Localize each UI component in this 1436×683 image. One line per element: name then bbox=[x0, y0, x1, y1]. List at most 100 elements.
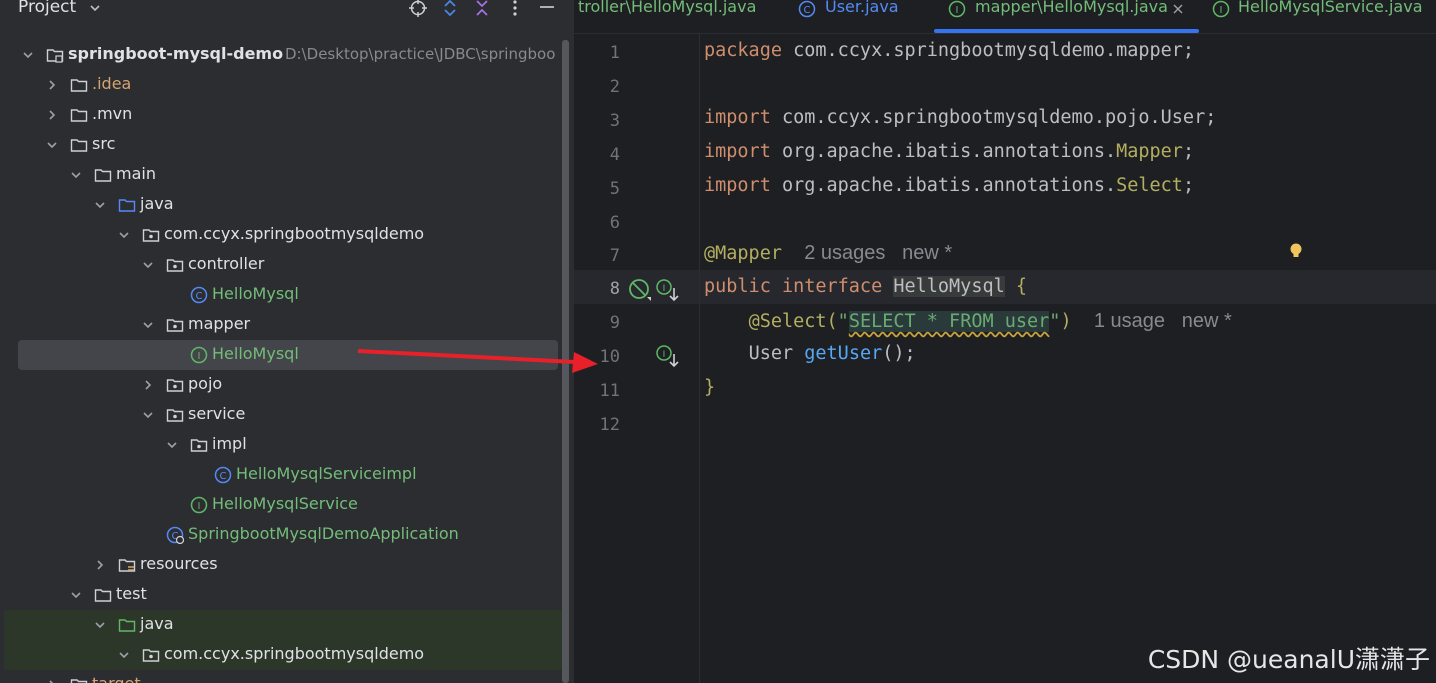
tree-node[interactable]: mapper bbox=[0, 310, 560, 340]
tree-node[interactable]: I HelloMysqlService bbox=[0, 490, 560, 520]
package-icon bbox=[142, 646, 160, 664]
code-line-10[interactable]: User getUser(); bbox=[704, 343, 916, 364]
line-number: 7 bbox=[609, 246, 620, 266]
code-line-11[interactable]: } bbox=[704, 377, 715, 398]
package-icon bbox=[190, 436, 208, 454]
svg-text:I: I bbox=[663, 284, 666, 294]
editor-gutter[interactable]: 1 2 3 4 5 6 7 8 9 10 11 12 I I bbox=[574, 34, 700, 683]
tree-node[interactable]: .idea bbox=[0, 70, 560, 100]
close-icon[interactable] bbox=[1172, 3, 1184, 15]
sql-query-string[interactable]: SELECT * FROM user bbox=[848, 311, 1050, 332]
chevron-down-icon[interactable] bbox=[118, 228, 130, 242]
collapse-all-icon[interactable] bbox=[472, 0, 492, 18]
usages-inlay-hint[interactable]: 2 usages new * bbox=[804, 242, 952, 264]
tree-node[interactable]: java bbox=[0, 190, 560, 220]
code-line-4[interactable]: import org.apache.ibatis.annotations.Map… bbox=[704, 141, 1194, 162]
code-line-1[interactable]: package com.ccyx.springbootmysqldemo.map… bbox=[704, 40, 1194, 61]
tree-node-label: main bbox=[116, 164, 156, 183]
chevron-right-icon[interactable] bbox=[46, 108, 58, 122]
chevron-right-icon[interactable] bbox=[94, 558, 106, 572]
svg-text:C: C bbox=[196, 291, 203, 302]
tree-node-label: com.ccyx.springbootmysqldemo bbox=[164, 644, 425, 663]
tab-label: troller\HelloMysql.java bbox=[578, 0, 757, 16]
no-bean-icon[interactable] bbox=[628, 278, 652, 302]
project-panel-header: Project bbox=[0, 0, 574, 22]
code-line-7[interactable]: @Mapper 2 usages new * bbox=[704, 242, 952, 265]
intention-bulb-icon[interactable] bbox=[1289, 242, 1303, 260]
line-number: 3 bbox=[609, 111, 620, 131]
tree-node[interactable]: C SpringbootMysqlDemoApplication bbox=[0, 520, 560, 550]
tree-node[interactable]: target bbox=[0, 670, 560, 683]
project-panel-title[interactable]: Project bbox=[18, 0, 76, 17]
chevron-down-icon[interactable] bbox=[142, 258, 154, 272]
chevron-down-icon[interactable] bbox=[70, 168, 82, 182]
tree-node[interactable]: src bbox=[0, 130, 560, 160]
chevron-down-icon[interactable] bbox=[166, 438, 178, 452]
chevron-down-icon[interactable] bbox=[142, 408, 154, 422]
svg-text:I: I bbox=[956, 5, 959, 16]
code-line-9[interactable]: @Select("SELECT * FROM user") 1 usage ne… bbox=[704, 310, 1232, 333]
line-number: 11 bbox=[599, 381, 620, 401]
hide-panel-icon[interactable] bbox=[537, 0, 557, 18]
folder-icon bbox=[70, 676, 88, 683]
locate-target-icon[interactable] bbox=[408, 0, 428, 18]
tree-node[interactable]: C HelloMysqlServiceimpl bbox=[0, 460, 560, 490]
tree-node-label: controller bbox=[188, 254, 265, 273]
active-tab-indicator bbox=[934, 29, 1199, 33]
implemented-by-icon[interactable]: I bbox=[656, 345, 680, 369]
tree-node[interactable]: java bbox=[4, 610, 562, 640]
tree-node[interactable]: test bbox=[0, 580, 560, 610]
tree-node[interactable]: main bbox=[0, 160, 560, 190]
chevron-down-icon[interactable] bbox=[22, 48, 34, 62]
tree-node[interactable]: service bbox=[0, 400, 560, 430]
tree-node[interactable]: com.ccyx.springbootmysqldemo bbox=[4, 640, 562, 670]
usages-inlay-hint[interactable]: 1 usage new * bbox=[1094, 310, 1232, 332]
chevron-down-icon[interactable] bbox=[142, 318, 154, 332]
tree-node-label: .idea bbox=[92, 74, 132, 93]
code-line-5[interactable]: import org.apache.ibatis.annotations.Sel… bbox=[704, 175, 1194, 196]
code-editor: troller\HelloMysql.java C User.java I ma… bbox=[574, 0, 1436, 683]
tree-node[interactable]: C HelloMysql bbox=[0, 280, 560, 310]
chevron-right-icon[interactable] bbox=[142, 378, 154, 392]
resources-folder-icon bbox=[118, 556, 136, 574]
tree-node[interactable]: com.ccyx.springbootmysqldemo bbox=[0, 220, 560, 250]
tree-node[interactable]: impl bbox=[0, 430, 560, 460]
implemented-by-icon[interactable]: I bbox=[656, 279, 680, 303]
tree-node[interactable]: pojo bbox=[0, 370, 560, 400]
line-number: 9 bbox=[609, 313, 620, 333]
line-number: 2 bbox=[609, 77, 620, 97]
csdn-watermark: CSDN @ueanalU潇潇子 bbox=[1147, 645, 1430, 674]
options-menu-icon[interactable] bbox=[505, 0, 525, 18]
tree-node-label: .mvn bbox=[92, 104, 133, 123]
chevron-down-icon[interactable] bbox=[46, 138, 58, 152]
tree-node[interactable]: resources bbox=[0, 550, 560, 580]
project-scrollbar[interactable] bbox=[562, 40, 569, 683]
expand-all-icon[interactable] bbox=[440, 0, 460, 18]
tree-node-label: mapper bbox=[188, 314, 251, 333]
tree-node-label: src bbox=[92, 134, 116, 153]
interface-name[interactable]: HelloMysql bbox=[893, 276, 1005, 297]
class-icon: C bbox=[214, 466, 232, 484]
tree-node[interactable]: controller bbox=[0, 250, 560, 280]
chevron-down-icon[interactable] bbox=[89, 3, 101, 13]
line-number: 1 bbox=[609, 43, 620, 63]
tree-node-label: service bbox=[188, 404, 246, 423]
chevron-right-icon[interactable] bbox=[46, 78, 58, 92]
test-source-folder-icon bbox=[118, 616, 136, 634]
svg-text:C: C bbox=[804, 5, 811, 16]
chevron-down-icon[interactable] bbox=[118, 648, 130, 662]
tree-node[interactable]: springboot-mysql-demo D:\Desktop\practice… bbox=[0, 40, 560, 70]
tree-node[interactable]: .mvn bbox=[0, 100, 560, 130]
tab-label: User.java bbox=[825, 0, 899, 16]
package-icon bbox=[166, 316, 184, 334]
tree-node[interactable]: I HelloMysql bbox=[18, 340, 558, 370]
code-line-8[interactable]: public interface HelloMysql { bbox=[704, 276, 1027, 297]
chevron-down-icon[interactable] bbox=[70, 588, 82, 602]
chevron-down-icon[interactable] bbox=[94, 618, 106, 632]
tree-node-label: test bbox=[116, 584, 147, 603]
chevron-right-icon[interactable] bbox=[46, 678, 58, 683]
tree-node-label: resources bbox=[140, 554, 218, 573]
code-line-3[interactable]: import com.ccyx.springbootmysqldemo.pojo… bbox=[704, 107, 1216, 128]
chevron-down-icon[interactable] bbox=[94, 198, 106, 212]
interface-icon: I bbox=[190, 346, 208, 364]
